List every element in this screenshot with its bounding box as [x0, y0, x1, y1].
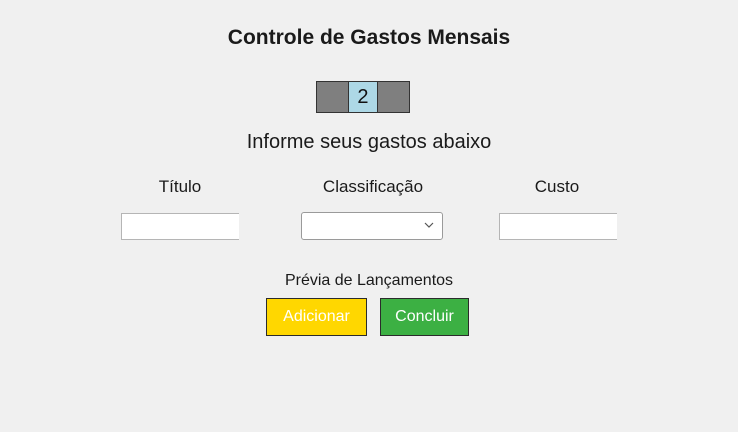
step-indicator: 2 [316, 81, 410, 113]
step-next-segment [377, 82, 409, 112]
classificacao-label: Classificação [322, 177, 424, 196]
classificacao-select[interactable] [301, 212, 443, 240]
step-previous-segment [317, 82, 349, 112]
preview-label: Prévia de Lançamentos [284, 272, 454, 289]
page-title: Controle de Gastos Mensais [227, 26, 511, 49]
titulo-label: Título [158, 177, 202, 196]
done-button[interactable]: Concluir [380, 298, 469, 336]
custo-label: Custo [534, 177, 580, 196]
add-button[interactable]: Adicionar [266, 298, 367, 336]
chevron-down-icon [424, 222, 434, 228]
titulo-input[interactable] [121, 213, 239, 240]
form-subtitle: Informe seus gastos abaixo [246, 131, 492, 153]
current-step-number: 2 [348, 82, 378, 112]
custo-input[interactable] [499, 213, 617, 240]
